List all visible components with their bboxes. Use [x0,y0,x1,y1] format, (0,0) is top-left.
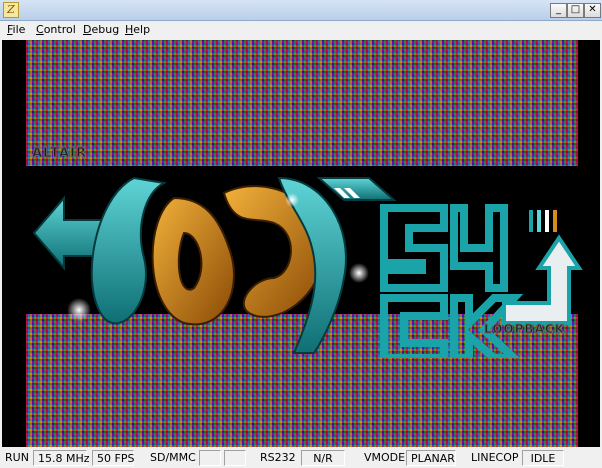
menu-control-accel: C [36,23,44,36]
status-linecop-value: IDLE [522,450,564,466]
emulator-display[interactable]: ALTAIR LOOPBACK [2,40,600,447]
menu-file[interactable]: File [7,23,25,37]
status-fps: 50 FPS [92,450,134,466]
status-run: RUN [5,451,29,464]
altair-text: ALTAIR [32,146,87,162]
status-vmode-label: VMODE [364,451,406,464]
status-sdmmc-value-2 [224,450,246,466]
status-clock: 15.8 MHz [33,450,90,466]
status-linecop-label: LINECOP [471,451,519,464]
app-icon[interactable]: Z [3,2,19,18]
status-sdmmc-value-1 [199,450,221,466]
title-bar: Z _ □ ✕ [0,0,602,21]
status-bar: RUN 15.8 MHz 50 FPS SD/MMC RS232 N/R VMO… [0,447,602,468]
menu-help[interactable]: Help [125,23,150,37]
status-sdmmc-label: SD/MMC [150,451,196,464]
menu-debug[interactable]: Debug [83,23,119,37]
loopback-text: LOOPBACK [484,322,565,337]
status-rs232-value: N/R [301,450,345,466]
menu-control-label: ontrol [43,23,76,36]
maximize-button[interactable]: □ [567,3,584,18]
menu-bar: File Control Debug Help [0,21,602,40]
minimize-button[interactable]: _ [550,3,567,18]
menu-debug-label: ebug [91,23,120,36]
menu-control[interactable]: Control [36,23,76,37]
menu-help-label: elp [133,23,151,36]
status-vmode-value: PLANAR [406,450,456,466]
close-button[interactable]: ✕ [584,3,601,18]
menu-file-label: ile [12,23,26,36]
status-rs232-label: RS232 [260,451,296,464]
